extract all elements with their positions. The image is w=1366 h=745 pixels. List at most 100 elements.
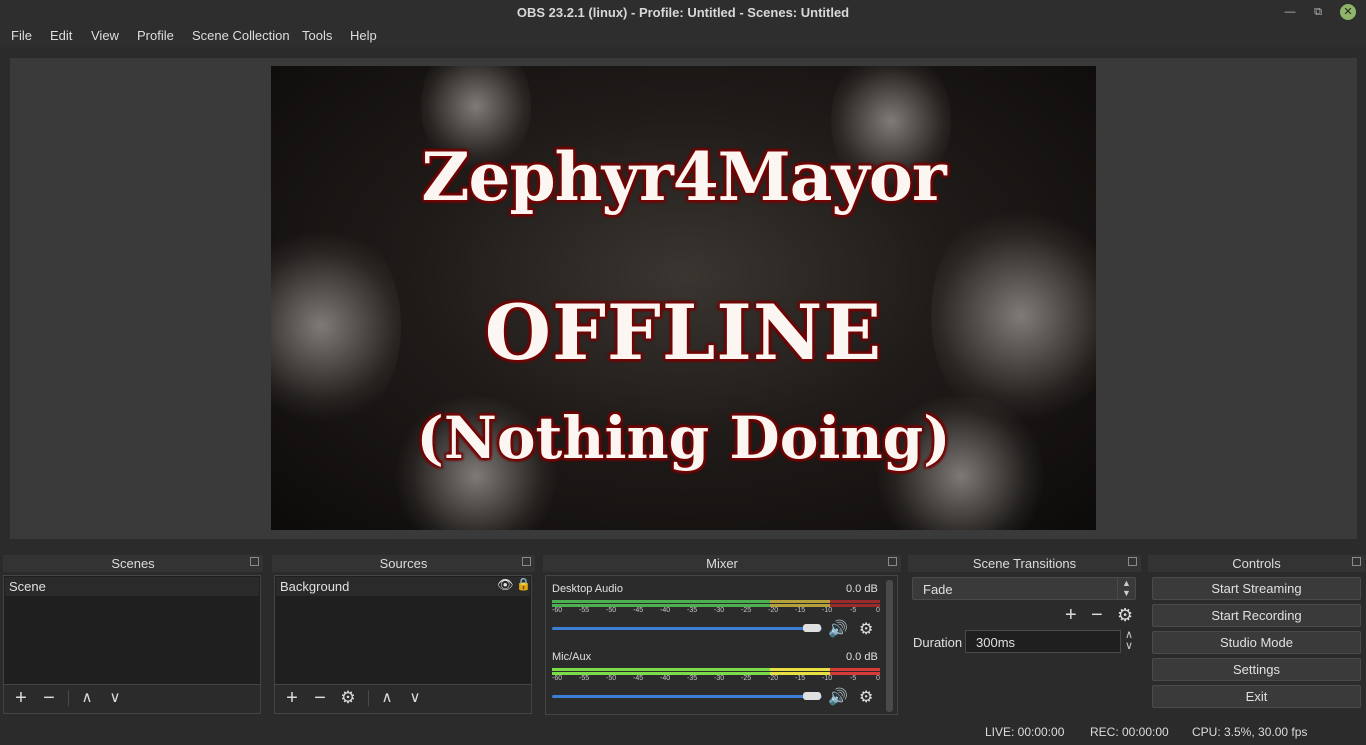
add-icon[interactable]: + [1065, 604, 1077, 627]
live-status: LIVE: 00:00:00 [985, 725, 1065, 739]
float-icon[interactable] [250, 557, 259, 566]
list-item[interactable]: Background 👁 🔒 [276, 577, 531, 596]
scale-tick: -10 [822, 675, 833, 682]
volume-meter [552, 668, 880, 671]
gear-icon[interactable]: ⚙ [1117, 605, 1133, 626]
controls-title: Controls [1232, 556, 1281, 571]
sources-title: Sources [379, 556, 428, 571]
menu-profile[interactable]: Profile [137, 28, 174, 43]
toolbar-separator [68, 690, 69, 706]
settings-button[interactable]: Settings [1152, 658, 1361, 681]
volume-slider-handle[interactable] [803, 692, 821, 700]
speaker-icon[interactable]: 🔊 [828, 619, 848, 639]
scenes-toolbar: + − ∧ ∨ [3, 685, 261, 714]
lock-icon[interactable]: 🔒 [516, 577, 531, 591]
duration-stepper[interactable]: ∧ ∨ [1121, 630, 1137, 653]
menu-help[interactable]: Help [350, 28, 377, 43]
scale-tick: -25 [741, 675, 752, 682]
remove-icon[interactable]: − [310, 685, 330, 711]
duration-input[interactable]: 300ms [965, 630, 1121, 653]
move-up-icon[interactable]: ∧ [77, 685, 97, 711]
channel-db: 0.0 dB [846, 651, 878, 663]
remove-icon[interactable]: − [39, 685, 59, 711]
move-down-icon[interactable]: ∨ [105, 685, 125, 711]
title-bar: OBS 23.2.1 (linux) - Profile: Untitled -… [0, 0, 1366, 25]
exit-button[interactable]: Exit [1152, 685, 1361, 708]
transition-select[interactable]: Fade ▲ ▼ [912, 577, 1136, 600]
scene-item-label: Scene [9, 579, 46, 594]
scale-tick: -50 [606, 607, 617, 614]
channel-db: 0.0 dB [846, 583, 878, 595]
audio-mixer: Desktop Audio 0.0 dB -60 -55 -50 -45 -40… [545, 575, 898, 715]
move-up-icon[interactable]: ∧ [377, 685, 397, 711]
scale-tick: -45 [633, 675, 644, 682]
float-icon[interactable] [522, 557, 531, 566]
menu-tools[interactable]: Tools [302, 28, 332, 43]
scale-tick: -50 [606, 675, 617, 682]
preview-status: OFFLINE [484, 288, 883, 377]
scale-tick: -40 [660, 607, 671, 614]
menu-bar: File Edit View Profile Scene Collection … [0, 25, 1366, 47]
scenes-list[interactable]: Scene [3, 575, 261, 685]
scale-tick: -60 [552, 607, 563, 614]
remove-icon[interactable]: − [1091, 604, 1103, 627]
transition-select-value: Fade [923, 582, 953, 597]
mixer-dock-title: Mixer [543, 555, 901, 572]
toolbar-separator [368, 690, 369, 706]
volume-meter [552, 600, 880, 603]
gear-icon[interactable]: ⚙ [338, 685, 358, 711]
start-streaming-button[interactable]: Start Streaming [1152, 577, 1361, 600]
sources-dock-title: Sources [272, 555, 535, 572]
menu-view[interactable]: View [91, 28, 119, 43]
scale-tick: -55 [579, 675, 590, 682]
preview-title: Zephyr4Mayor [421, 138, 946, 216]
source-item-label: Background [280, 579, 350, 594]
volume-slider-handle[interactable] [803, 624, 821, 632]
cpu-status: CPU: 3.5%, 30.00 fps [1192, 725, 1308, 739]
add-icon[interactable]: + [11, 685, 31, 711]
minimize-icon[interactable]: — [1282, 4, 1298, 20]
volume-slider[interactable] [552, 627, 822, 630]
scale-tick: 0 [876, 607, 880, 614]
select-arrows-icon: ▲ ▼ [1117, 578, 1135, 599]
preview-canvas[interactable]: Zephyr4Mayor OFFLINE (Nothing Doing) [271, 66, 1096, 530]
duration-value: 300ms [976, 635, 1016, 650]
preview-subtitle: (Nothing Doing) [416, 404, 951, 472]
channel-name: Mic/Aux [552, 651, 592, 663]
gear-icon[interactable]: ⚙ [859, 687, 873, 707]
move-down-icon[interactable]: ∨ [405, 685, 425, 711]
scale-tick: -45 [633, 607, 644, 614]
scale-tick: -15 [795, 675, 806, 682]
add-icon[interactable]: + [282, 685, 302, 711]
scale-tick: -25 [741, 607, 752, 614]
scale-tick: -55 [579, 607, 590, 614]
mixer-title: Mixer [706, 556, 738, 571]
scale-tick: -10 [822, 607, 833, 614]
scenes-title: Scenes [111, 556, 155, 571]
menu-file[interactable]: File [11, 28, 32, 43]
restore-icon[interactable]: ⧉ [1310, 4, 1326, 20]
scale-tick: -5 [850, 675, 857, 682]
close-icon[interactable]: ✕ [1340, 4, 1356, 20]
menu-edit[interactable]: Edit [50, 28, 72, 43]
scale-tick: -15 [795, 607, 806, 614]
float-icon[interactable] [888, 557, 897, 566]
meter-scale: -60 -55 -50 -45 -40 -35 -30 -25 -20 -15 … [552, 675, 880, 685]
speaker-icon[interactable]: 🔊 [828, 687, 848, 707]
studio-mode-button[interactable]: Studio Mode [1152, 631, 1361, 654]
sources-toolbar: + − ⚙ ∧ ∨ [274, 685, 532, 714]
volume-slider[interactable] [552, 695, 822, 698]
gear-icon[interactable]: ⚙ [859, 619, 873, 639]
mixer-scrollbar[interactable] [886, 580, 893, 712]
list-item[interactable]: Scene [5, 577, 259, 596]
eye-icon[interactable]: 👁 [497, 577, 514, 593]
float-icon[interactable] [1128, 557, 1137, 566]
window-title: OBS 23.2.1 (linux) - Profile: Untitled -… [516, 5, 850, 20]
float-icon[interactable] [1352, 557, 1361, 566]
start-recording-button[interactable]: Start Recording [1152, 604, 1361, 627]
scale-tick: -30 [714, 675, 725, 682]
sources-list[interactable]: Background 👁 🔒 [274, 575, 532, 685]
scale-tick: -30 [714, 607, 725, 614]
menu-scene-collection[interactable]: Scene Collection [192, 28, 290, 43]
controls-dock-title: Controls [1148, 555, 1365, 572]
